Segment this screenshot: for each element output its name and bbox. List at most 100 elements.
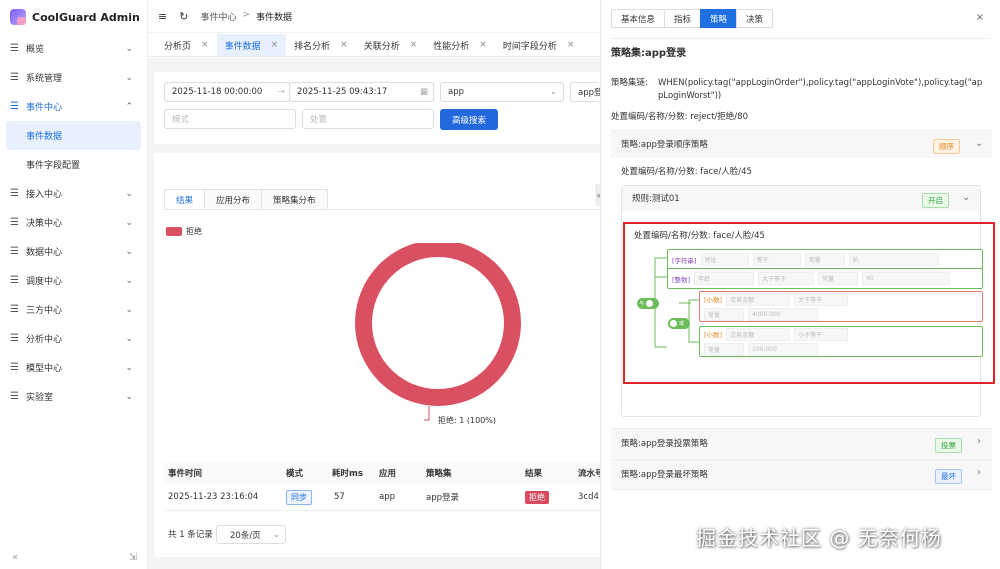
detail-drawer: 基本信息 指标 策略 决策 × 策略集:app登录 策略集链: WHEN(pol… [600, 0, 1000, 569]
sidebar-item-system[interactable]: ☰ 系统管理 ⌄ [0, 63, 147, 92]
mode-select[interactable]: 模式 [164, 109, 296, 129]
menu-toggle-icon[interactable]: ≡ [158, 10, 167, 23]
sidebar-subitem-event-data[interactable]: 事件数据 [6, 121, 141, 150]
condition-mode-select[interactable]: 常量 [818, 272, 859, 285]
breadcrumb-item: 事件数据 [256, 12, 293, 23]
page-size-value: 20条/页 [230, 530, 261, 541]
condition-row-4[interactable]: [小数] 交易金额 小于等于 常量 100.000 [699, 326, 983, 357]
sidebar-item-lab[interactable]: ☰ 实验室 ⌄ [0, 382, 147, 411]
tab-correlation[interactable]: 关联分析 × [356, 34, 426, 56]
disposal-select[interactable]: 处置 [302, 109, 434, 129]
policy-name[interactable]: 策略:app登录顺序策略 [621, 139, 708, 152]
sidebar-item-third-party[interactable]: ☰ 三方中心 ⌄ [0, 295, 147, 324]
menu-icon: ☰ [10, 217, 19, 228]
tab-policy[interactable]: 策略 [700, 9, 738, 28]
policy-set-select[interactable]: app登 [570, 82, 600, 102]
calendar-icon: ▦ [419, 87, 428, 97]
menu-icon: ☰ [10, 72, 19, 83]
chevron-right-icon[interactable]: › [977, 436, 981, 447]
policy-set-select-value: app登 [578, 88, 600, 98]
close-icon[interactable]: × [340, 40, 348, 50]
sidebar-item-access[interactable]: ☰ 接入中心 ⌄ [0, 179, 147, 208]
breadcrumb-item[interactable]: 事件中心 [200, 10, 236, 23]
condition-row-2[interactable]: [整数] 年龄 大于等于 常量 60 [667, 268, 983, 289]
table-cell: app登录 [426, 493, 459, 503]
pie-slice[interactable] [355, 243, 521, 406]
close-icon[interactable]: × [567, 40, 575, 50]
condition-operator-select[interactable]: 等于 [752, 253, 801, 266]
tab-basic-info[interactable]: 基本信息 [611, 9, 666, 28]
chevron-down-icon[interactable]: ⌄ [962, 192, 970, 203]
toggle-knob [646, 300, 654, 307]
policy-collapse-3[interactable]: 策略:app登录最坏策略 最坏 › [611, 459, 992, 490]
condition-field-select[interactable]: 交易金额 [726, 292, 791, 306]
chevron-down-icon: ⌄ [272, 529, 280, 540]
condition-field-select[interactable]: 地址 [700, 253, 749, 266]
sidebar-item-event-center[interactable]: ☰ 事件中心 ⌃ [0, 92, 147, 121]
app-logo[interactable]: CoolGuard Admin [0, 0, 147, 34]
chart-legend[interactable]: 拒绝 [166, 226, 202, 237]
menu-icon: ☰ [10, 43, 19, 54]
sidebar-subitem-event-field-config[interactable]: 事件字段配置 [0, 150, 147, 179]
condition-mode-select[interactable]: 常量 [704, 342, 744, 356]
page-size-select[interactable]: 20条/页 ⌄ [216, 525, 286, 544]
sidebar-item-label: 模型中心 [26, 364, 63, 374]
sidebar-item-decision[interactable]: ☰ 决策中心 ⌄ [0, 208, 147, 237]
and-toggle[interactable]: 与 [637, 298, 659, 309]
pin-icon[interactable]: ⇲ [129, 552, 137, 563]
condition-value-input[interactable]: 杭 [848, 253, 939, 266]
policy-mode-badge: 最坏 [935, 469, 962, 484]
tab-app-distribution[interactable]: 应用分布 [204, 189, 263, 209]
table-cell: 拒绝 [525, 484, 549, 510]
sidebar-item-model[interactable]: ☰ 模型中心 ⌄ [0, 353, 147, 382]
tab-result[interactable]: 结果 [164, 189, 206, 209]
chevron-down-icon[interactable]: ⌄ [975, 138, 983, 149]
tab-event-data[interactable]: 事件数据 × [216, 34, 287, 56]
close-icon[interactable]: × [201, 40, 209, 50]
tab-ranking[interactable]: 排名分析 × [286, 34, 356, 56]
start-time-input[interactable]: 2025-11-18 00:00:00 → [164, 82, 290, 102]
sidebar-item-data[interactable]: ☰ 数据中心 ⌄ [0, 237, 147, 266]
condition-value-input[interactable]: 60 [862, 272, 951, 285]
or-toggle[interactable]: 或 [668, 318, 690, 329]
close-icon[interactable]: × [410, 40, 418, 50]
condition-value-input[interactable]: 100.000 [748, 342, 818, 356]
table-header-cell: 流水号 [578, 462, 600, 484]
sidebar-item-schedule[interactable]: ☰ 调度中心 ⌄ [0, 266, 147, 295]
condition-operator-select[interactable]: 大于等于 [758, 272, 815, 285]
tab-policy-distribution[interactable]: 策略集分布 [261, 189, 328, 209]
sidebar-item-label: 三方中心 [26, 306, 63, 316]
end-time-input[interactable]: 2025-11-25 09:43:17 ▦ [289, 82, 434, 102]
advanced-search-button[interactable]: 高级搜索 [440, 109, 498, 130]
close-icon[interactable]: × [976, 12, 984, 23]
chevron-right-icon[interactable]: › [977, 467, 981, 478]
app-select[interactable]: app ⌄ [440, 82, 564, 102]
sidebar-subitem-label: 事件数据 [26, 132, 63, 142]
tab-analysis[interactable]: 分析页 × [156, 34, 217, 56]
app-select-value: app [448, 87, 464, 97]
condition-mode-select[interactable]: 常量 [704, 307, 744, 321]
sidebar-item-analysis[interactable]: ☰ 分析中心 ⌄ [0, 324, 147, 353]
condition-operator-select[interactable]: 大于等于 [794, 292, 849, 306]
tab-label: 分析页 [164, 41, 192, 52]
sidebar-item-label: 调度中心 [26, 277, 63, 287]
condition-row-3[interactable]: [小数] 交易金额 大于等于 常量 4000.000 [699, 291, 983, 322]
condition-row-1[interactable]: [字符串] 地址 等于 常量 杭 [667, 249, 983, 270]
close-icon[interactable]: × [271, 40, 279, 50]
condition-field-select[interactable]: 年龄 [694, 272, 755, 285]
policy-collapse-2[interactable]: 策略:app登录投票策略 投票 › [611, 428, 992, 458]
collapse-sidebar-icon[interactable]: « [12, 552, 18, 563]
close-icon[interactable]: × [479, 40, 487, 50]
tab-performance[interactable]: 性能分析 × [425, 34, 495, 56]
condition-field-select[interactable]: 交易金额 [726, 327, 791, 341]
condition-value-input[interactable]: 4000.000 [748, 307, 818, 321]
tab-indicators[interactable]: 指标 [664, 9, 702, 28]
condition-operator-select[interactable]: 小于等于 [794, 327, 849, 341]
tab-time-field[interactable]: 时间字段分析 × [495, 34, 583, 56]
sidebar-item-overview[interactable]: ☰ 概览 ⌄ [0, 34, 147, 63]
condition-mode-select[interactable]: 常量 [804, 253, 845, 266]
tab-decision[interactable]: 决策 [736, 9, 774, 28]
table-header-cell: 事件时间 [168, 462, 203, 484]
chevron-down-icon: ⌄ [125, 362, 133, 373]
refresh-icon[interactable]: ↻ [179, 10, 188, 23]
